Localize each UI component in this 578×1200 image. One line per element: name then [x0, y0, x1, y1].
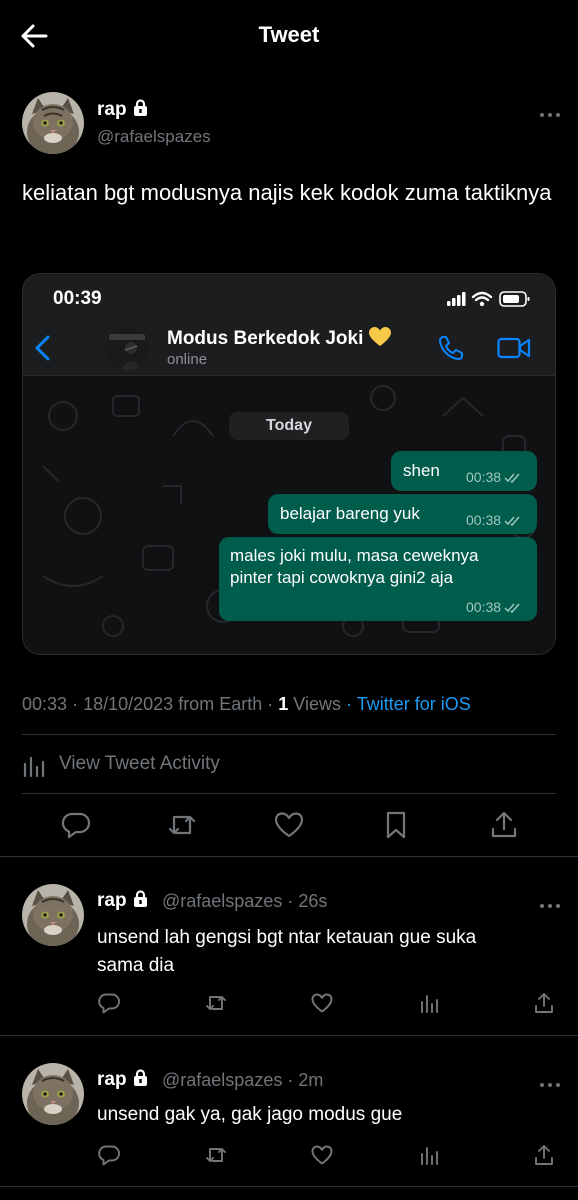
- tweet-meta: 00:33 · 18/10/2023 from Earth · 1 Views …: [22, 694, 471, 715]
- more-options-icon[interactable]: [538, 106, 562, 117]
- reply-author-name[interactable]: rap: [97, 1069, 148, 1093]
- retweet-icon[interactable]: [166, 809, 198, 841]
- message-text: shen: [403, 461, 440, 480]
- tweet-origin: from Earth: [178, 694, 263, 714]
- reply-icon[interactable]: [97, 1143, 121, 1167]
- contact-status: online: [167, 351, 208, 368]
- avatar[interactable]: [22, 92, 84, 154]
- message-line: pinter tapi cowoknya gini2 aja: [230, 568, 454, 587]
- author-name-text: rap: [97, 99, 127, 120]
- message-time-text: 00:38: [466, 512, 502, 528]
- chat-area: Today shen 00:38 belajar bareng yuk 00:3…: [23, 376, 555, 654]
- message-time: 00:38: [466, 469, 522, 487]
- divider: [22, 734, 556, 735]
- attached-image[interactable]: 00:39 Modus Berkedok Joki online Today s…: [22, 273, 556, 655]
- chat-header: Modus Berkedok Joki online: [23, 322, 555, 376]
- share-icon[interactable]: [488, 809, 520, 841]
- like-icon[interactable]: [273, 809, 305, 841]
- avatar[interactable]: [22, 884, 84, 946]
- reply-text-line: sama dia: [97, 955, 175, 976]
- avatar[interactable]: [22, 1063, 84, 1125]
- signal-wifi-battery-icon: [447, 290, 531, 313]
- share-icon[interactable]: [532, 991, 556, 1015]
- divider: [0, 1186, 578, 1187]
- separator: ·: [267, 694, 274, 714]
- reply-icon[interactable]: [60, 809, 92, 841]
- divider: [0, 856, 578, 857]
- more-options-icon[interactable]: [538, 1076, 562, 1087]
- double-check-icon: [504, 601, 522, 617]
- top-bar: Tweet: [0, 0, 578, 72]
- phone-clock: 00:39: [53, 288, 102, 309]
- message-time-text: 00:38: [466, 599, 502, 615]
- message-text: males joki mulu, masa ceweknya pinter ta…: [230, 545, 478, 589]
- message-line: males joki mulu, masa ceweknya: [230, 546, 479, 565]
- double-check-icon: [504, 471, 522, 487]
- message-time: 00:38: [466, 512, 522, 530]
- message-bubble[interactable]: shen 00:38: [391, 451, 537, 491]
- share-icon[interactable]: [532, 1143, 556, 1167]
- phone-icon[interactable]: [437, 334, 465, 367]
- double-check-icon: [504, 514, 522, 530]
- lock-icon: [133, 99, 148, 123]
- analytics-icon: [22, 754, 46, 784]
- reply-text: unsend gak ya, gak jago modus gue: [97, 1101, 547, 1129]
- lock-icon: [133, 1069, 148, 1093]
- tweet-text: keliatan bgt modusnya najis kek kodok zu…: [22, 180, 552, 205]
- contact-avatar[interactable]: [105, 326, 149, 370]
- retweet-icon[interactable]: [204, 1143, 228, 1167]
- reply-text-line: unsend lah gengsi bgt ntar ketauan gue s…: [97, 927, 477, 948]
- reply-author-text: rap: [97, 890, 127, 911]
- reply-text-line: unsend gak ya, gak jago modus gue: [97, 1104, 403, 1125]
- video-camera-icon[interactable]: [497, 336, 531, 365]
- like-icon[interactable]: [310, 1143, 334, 1167]
- reply-handle-time: @rafaelspazes · 26s: [162, 891, 328, 911]
- separator: ·: [72, 694, 79, 714]
- like-icon[interactable]: [310, 991, 334, 1015]
- reply-icon[interactable]: [97, 991, 121, 1015]
- contact-name-text: Modus Berkedok Joki: [167, 328, 364, 349]
- author-name[interactable]: rap: [97, 99, 148, 123]
- message-time: 00:38: [466, 599, 522, 617]
- contact-name[interactable]: Modus Berkedok Joki: [167, 327, 392, 353]
- views-label: Views: [293, 694, 341, 714]
- author-handle: @rafaelspazes: [97, 127, 211, 146]
- separator: ·: [346, 694, 352, 714]
- message-text: belajar bareng yuk: [280, 504, 420, 523]
- reply-author-text: rap: [97, 1069, 127, 1090]
- message-bubble[interactable]: belajar bareng yuk 00:38: [268, 494, 537, 534]
- client-link[interactable]: Twitter for iOS: [357, 694, 471, 714]
- yellow-heart-icon: [369, 327, 392, 353]
- reply-author-name[interactable]: rap: [97, 890, 148, 914]
- page-title: Tweet: [258, 22, 320, 47]
- views-count: 1: [278, 694, 289, 714]
- tweet-time: 00:33: [22, 694, 68, 714]
- more-options-icon[interactable]: [538, 897, 562, 908]
- reply-handle-time: @rafaelspazes · 2m: [162, 1070, 324, 1090]
- bookmark-icon[interactable]: [380, 809, 412, 841]
- analytics-icon[interactable]: [418, 1143, 442, 1167]
- phone-status-bar: 00:39: [23, 274, 555, 322]
- reply-text: unsend lah gengsi bgt ntar ketauan gue s…: [97, 924, 547, 980]
- tweet-date: 18/10/2023: [83, 694, 174, 714]
- message-bubble[interactable]: males joki mulu, masa ceweknya pinter ta…: [219, 537, 537, 621]
- message-time-text: 00:38: [466, 469, 502, 485]
- divider: [22, 793, 556, 794]
- retweet-icon[interactable]: [204, 991, 228, 1015]
- date-chip: Today: [229, 412, 349, 440]
- activity-label: View Tweet Activity: [59, 753, 220, 774]
- chevron-left-icon[interactable]: [31, 334, 55, 367]
- analytics-icon[interactable]: [418, 991, 442, 1015]
- divider: [0, 1035, 578, 1036]
- lock-icon: [133, 890, 148, 914]
